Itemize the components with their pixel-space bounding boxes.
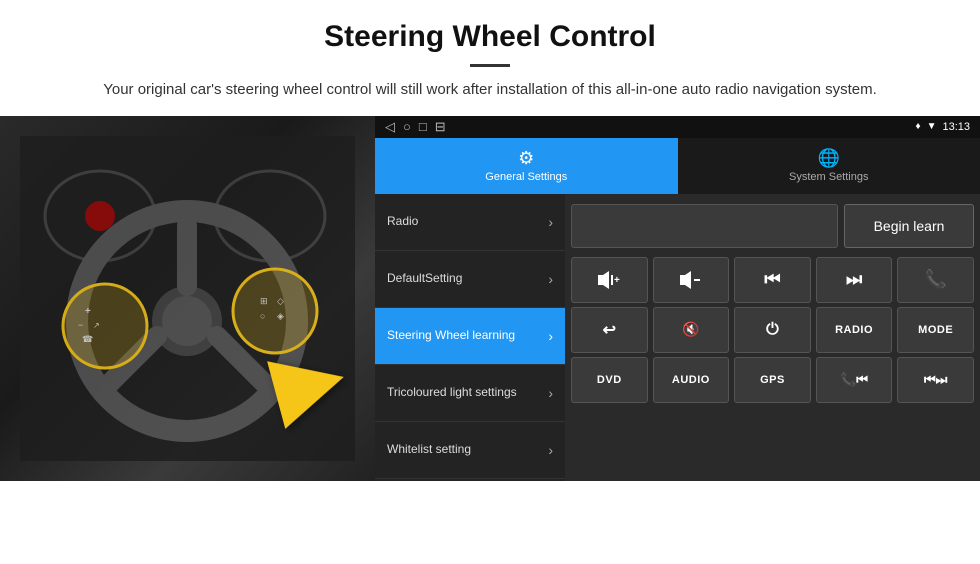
menu-item-tricolour[interactable]: Tricoloured light settings › <box>375 365 565 422</box>
menu-item-whitelist[interactable]: Whitelist setting › <box>375 422 565 479</box>
begin-learn-button[interactable]: Begin learn <box>844 204 974 248</box>
svg-text:+: + <box>614 275 620 286</box>
svg-text:↗: ↗ <box>93 321 100 330</box>
answer-call-button[interactable]: ↩ <box>571 307 648 353</box>
menu-icon[interactable]: ⊟ <box>435 119 446 135</box>
svg-text:◇: ◇ <box>277 296 284 306</box>
chevron-icon: › <box>548 214 553 230</box>
tab-system[interactable]: 🌐 System Settings <box>678 138 980 194</box>
car-image-panel: + − ↗ ☎ ⊞ ◇ ○ ◈ <box>0 116 375 481</box>
controls-row-2: ↩ 🔇 ⏻ RADIO MODE <box>571 307 974 353</box>
globe-icon: 🌐 <box>818 148 840 169</box>
nav-icons: ◁ ○ □ ⊟ <box>385 119 446 135</box>
subtitle-text: Your original car's steering wheel contr… <box>60 79 920 102</box>
clock: 13:13 <box>942 121 970 133</box>
location-icon: ♦ <box>915 121 920 132</box>
prev-next-button[interactable]: ⏮⏭ <box>897 357 974 403</box>
tab-general[interactable]: ⚙ General Settings <box>375 138 678 194</box>
chevron-icon: › <box>548 328 553 344</box>
header-section: Steering Wheel Control Your original car… <box>0 0 980 116</box>
power-button[interactable]: ⏻ <box>734 307 811 353</box>
phone-button[interactable]: 📞 <box>897 257 974 303</box>
tabs-row: ⚙ General Settings 🌐 System Settings <box>375 138 980 194</box>
wifi-icon: ▼ <box>927 121 937 132</box>
mute-button[interactable]: 🔇 <box>653 307 730 353</box>
main-panel: Radio › DefaultSetting › Steering Wheel … <box>375 194 980 481</box>
status-bar: ◁ ○ □ ⊟ ♦ ▼ 13:13 <box>375 116 980 138</box>
chevron-icon: › <box>548 271 553 287</box>
phone-prev-button[interactable]: 📞⏮ <box>816 357 893 403</box>
gear-icon: ⚙ <box>518 148 534 169</box>
controls-row-3: DVD AUDIO GPS 📞⏮ ⏮⏭ <box>571 357 974 403</box>
menu-list: Radio › DefaultSetting › Steering Wheel … <box>375 194 565 481</box>
begin-learn-row: Begin learn <box>571 200 974 253</box>
svg-text:+: + <box>85 306 91 317</box>
chevron-icon: › <box>548 385 553 401</box>
svg-text:○: ○ <box>260 311 265 321</box>
svg-text:⊞: ⊞ <box>260 296 268 306</box>
tab-system-label: System Settings <box>789 171 868 183</box>
back-icon[interactable]: ◁ <box>385 119 395 135</box>
page-title: Steering Wheel Control <box>60 20 920 54</box>
android-panel: ◁ ○ □ ⊟ ♦ ▼ 13:13 ⚙ General Settings 🌐 S… <box>375 116 980 481</box>
radio-button[interactable]: RADIO <box>816 307 893 353</box>
next-track-button[interactable]: ⏭ <box>816 257 893 303</box>
svg-text:−: − <box>78 320 83 330</box>
gps-button[interactable]: GPS <box>734 357 811 403</box>
svg-text:☎: ☎ <box>82 334 93 344</box>
home-icon[interactable]: ○ <box>403 119 411 135</box>
title-divider <box>470 64 510 67</box>
menu-item-steering[interactable]: Steering Wheel learning › <box>375 308 565 365</box>
controls-row-1: + ⏮ ⏭ 📞 <box>571 257 974 303</box>
dvd-button[interactable]: DVD <box>571 357 648 403</box>
menu-item-default[interactable]: DefaultSetting › <box>375 251 565 308</box>
recents-icon[interactable]: □ <box>419 119 427 135</box>
tab-general-label: General Settings <box>485 171 567 183</box>
audio-button[interactable]: AUDIO <box>653 357 730 403</box>
empty-display-box <box>571 204 838 248</box>
chevron-icon: › <box>548 442 553 458</box>
volume-up-button[interactable]: + <box>571 257 648 303</box>
prev-track-button[interactable]: ⏮ <box>734 257 811 303</box>
status-indicators: ♦ ▼ 13:13 <box>915 121 970 133</box>
mode-button[interactable]: MODE <box>897 307 974 353</box>
content-area: + − ↗ ☎ ⊞ ◇ ○ ◈ ◁ ○ □ ⊟ ♦ ▼ 13:13 <box>0 116 980 481</box>
menu-item-radio[interactable]: Radio › <box>375 194 565 251</box>
volume-down-button[interactable] <box>653 257 730 303</box>
controls-panel: Begin learn + ⏮ ⏭ 📞 ↩ 🔇 <box>565 194 980 481</box>
svg-text:◈: ◈ <box>277 311 284 321</box>
